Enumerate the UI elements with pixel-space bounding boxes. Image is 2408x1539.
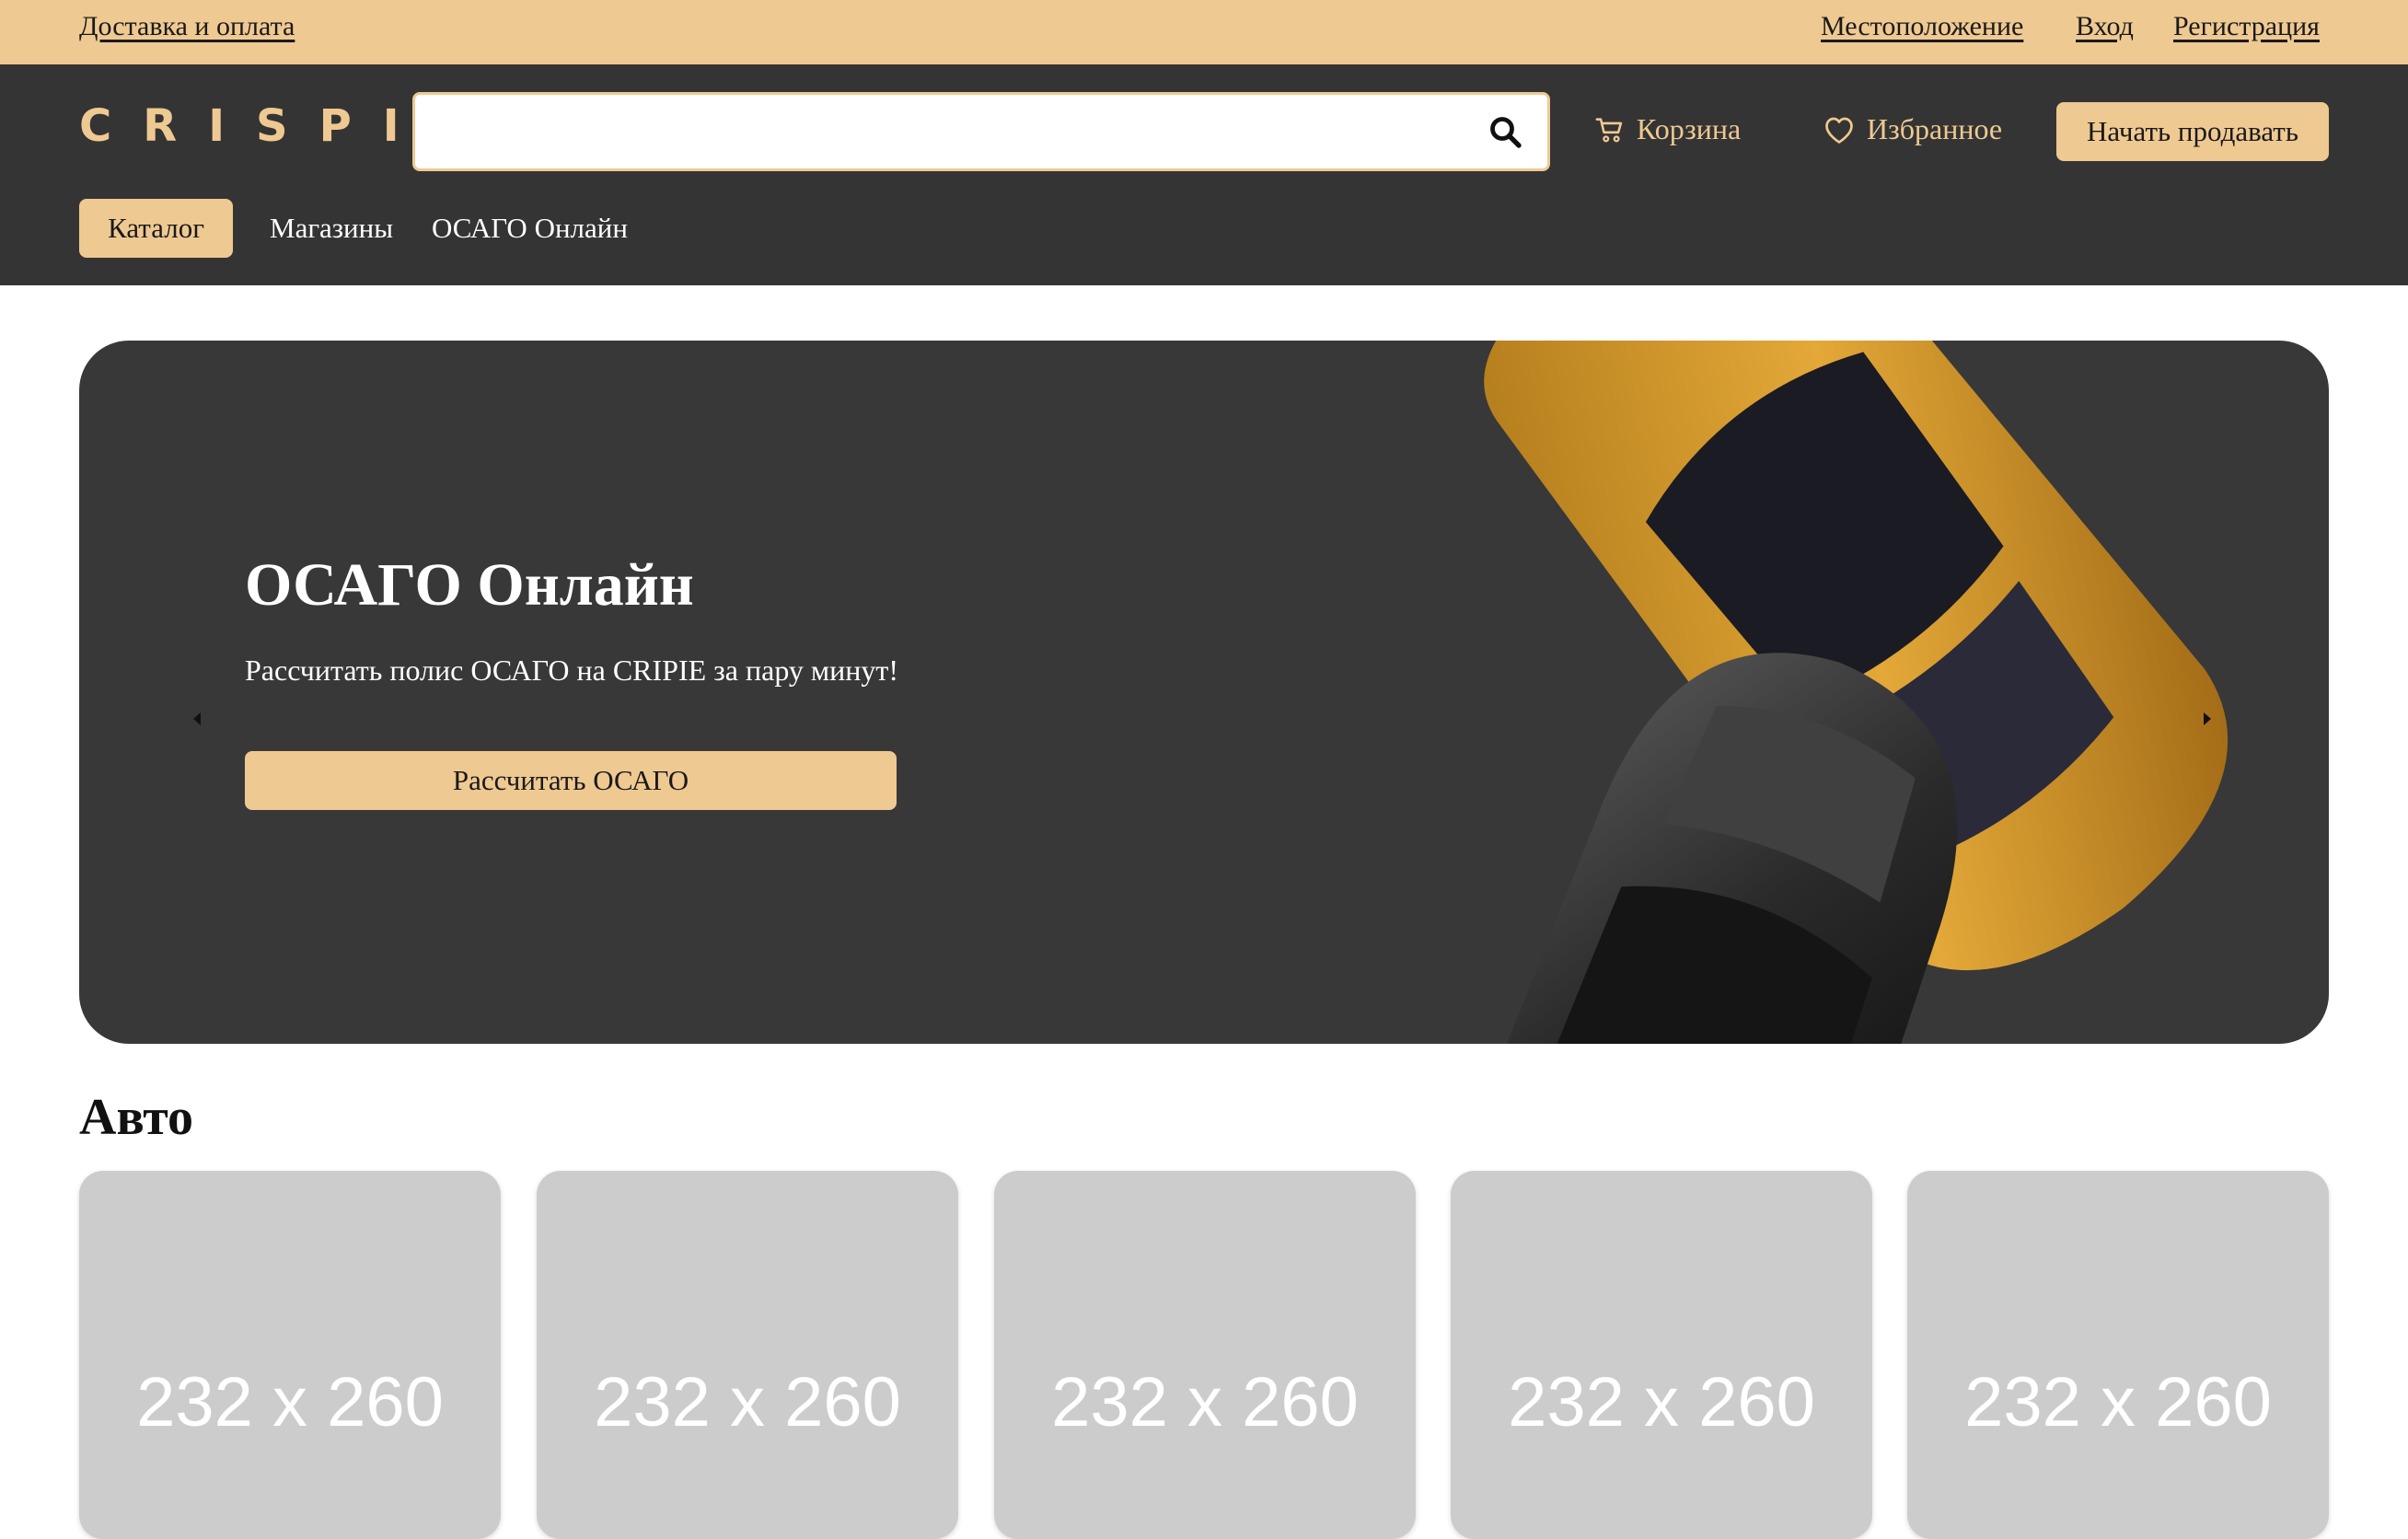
cart-label: Корзина bbox=[1637, 112, 1742, 145]
banner-subtitle: Рассчитать полис ОСАГО на CRIPIE за пару… bbox=[245, 654, 899, 687]
nav-osago-link[interactable]: ОСАГО Онлайн bbox=[432, 212, 628, 245]
cart-icon bbox=[1595, 117, 1623, 142]
register-link[interactable]: Регистрация bbox=[2173, 11, 2320, 42]
product-card[interactable]: 232 x 260 bbox=[79, 1171, 501, 1539]
favorites-label: Избранное bbox=[1867, 112, 2003, 145]
banner-title: ОСАГО Онлайн bbox=[245, 551, 694, 619]
promo-banner: ОСАГО Онлайн Рассчитать полис ОСАГО на C… bbox=[79, 341, 2329, 1044]
product-card[interactable]: 232 x 260 bbox=[1451, 1171, 1872, 1539]
header: CRISPIE Корзина Избранное Начать продава… bbox=[0, 64, 2408, 285]
heart-icon bbox=[1825, 117, 1853, 144]
placeholder-label: 232 x 260 bbox=[1051, 1363, 1359, 1441]
favorites-link[interactable]: Избранное bbox=[1823, 112, 2002, 146]
search-icon[interactable] bbox=[1488, 115, 1522, 148]
placeholder-label: 232 x 260 bbox=[1964, 1363, 2272, 1441]
arrow-right-icon[interactable] bbox=[2204, 712, 2211, 725]
cars-image bbox=[1484, 341, 2229, 1044]
product-card[interactable]: 232 x 260 bbox=[537, 1171, 958, 1539]
section-title: Авто bbox=[79, 1089, 194, 1146]
location-link[interactable]: Местоположение bbox=[1821, 11, 2023, 42]
calculate-osago-button[interactable]: Рассчитать ОСАГО bbox=[245, 751, 897, 810]
placeholder-label: 232 x 260 bbox=[594, 1363, 901, 1441]
product-card[interactable]: 232 x 260 bbox=[1907, 1171, 2329, 1539]
product-card[interactable]: 232 x 260 bbox=[994, 1171, 1416, 1539]
nav-shops-link[interactable]: Магазины bbox=[270, 212, 393, 245]
placeholder-label: 232 x 260 bbox=[1508, 1363, 1815, 1441]
search-input[interactable] bbox=[412, 92, 1550, 171]
top-bar: Доставка и оплата Местоположение Вход Ре… bbox=[0, 0, 2408, 64]
delivery-link[interactable]: Доставка и оплата bbox=[79, 11, 295, 42]
placeholder-label: 232 x 260 bbox=[136, 1363, 444, 1441]
nav-catalog-button[interactable]: Каталог bbox=[79, 199, 233, 258]
login-link[interactable]: Вход bbox=[2076, 11, 2134, 42]
start-selling-button[interactable]: Начать продавать bbox=[2056, 102, 2329, 161]
arrow-left-icon[interactable] bbox=[193, 712, 201, 725]
cart-link[interactable]: Корзина bbox=[1594, 112, 1741, 146]
